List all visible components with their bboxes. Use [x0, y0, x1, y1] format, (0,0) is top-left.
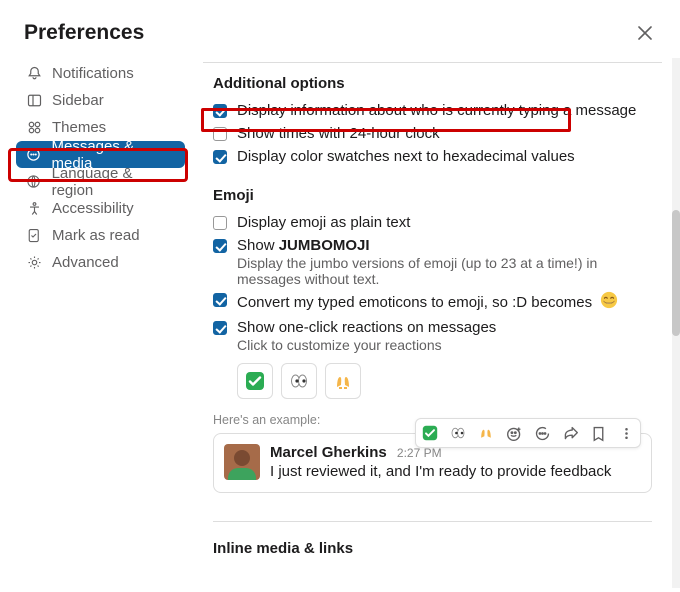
accessibility-icon	[26, 201, 42, 216]
sidebar-item-label: Themes	[52, 119, 106, 136]
reaction-pick-eyes[interactable]	[281, 363, 317, 399]
sidebar-item-sidebar[interactable]: Sidebar	[16, 87, 185, 114]
page-title: Preferences	[24, 21, 144, 45]
sidebar: Notifications Sidebar Themes Messages & …	[0, 56, 193, 592]
toolbar-reaction-eyes[interactable]	[448, 423, 468, 443]
separator	[213, 521, 652, 522]
section-title-inline-media: Inline media & links	[213, 540, 652, 557]
option-label: Display information about who is current…	[237, 102, 636, 119]
message-time: 2:27 PM	[397, 446, 442, 460]
sidebar-item-advanced[interactable]: Advanced	[16, 249, 185, 276]
message-reaction-toolbar	[415, 418, 641, 448]
sidebar-item-label: Language & region	[52, 165, 175, 199]
example-message-card: Marcel Gherkins 2:27 PM I just reviewed …	[213, 433, 652, 493]
globe-icon	[26, 174, 42, 189]
bell-icon	[26, 66, 42, 81]
sidebar-item-label: Sidebar	[52, 92, 104, 109]
section-title-emoji: Emoji	[213, 187, 652, 204]
option-label: Show times with 24-hour clock	[237, 125, 440, 142]
checkbox-convert-emoticons[interactable]	[213, 293, 227, 307]
scrollbar[interactable]	[672, 58, 680, 588]
reaction-pick-raised-hands[interactable]	[325, 363, 361, 399]
option-label: Show JUMBOMOJI	[237, 237, 652, 254]
reaction-picker-row	[237, 363, 652, 399]
toolbar-add-reaction[interactable]	[504, 423, 524, 443]
close-button[interactable]	[632, 20, 658, 46]
close-icon	[638, 26, 652, 40]
toolbar-reaction-checkmark[interactable]	[420, 423, 440, 443]
checkbox-24h-clock[interactable]	[213, 127, 227, 141]
option-label: Convert my typed emoticons to emoji, so …	[237, 291, 618, 313]
themes-icon	[26, 120, 42, 135]
section-title-additional: Additional options	[213, 75, 652, 92]
gear-icon	[26, 255, 42, 270]
message-text: I just reviewed it, and I'm ready to pro…	[270, 463, 611, 480]
avatar	[224, 444, 260, 480]
sidebar-item-notifications[interactable]: Notifications	[16, 60, 185, 87]
toolbar-thread[interactable]	[532, 423, 552, 443]
toolbar-bookmark[interactable]	[588, 423, 608, 443]
toolbar-reaction-raised-hands[interactable]	[476, 423, 496, 443]
option-label: Display emoji as plain text	[237, 214, 410, 231]
checkbox-hex-swatches[interactable]	[213, 150, 227, 164]
checkbox-typing-info[interactable]	[213, 104, 227, 118]
eyes-emoji-icon	[289, 371, 309, 391]
raised-hands-emoji-icon	[333, 371, 353, 391]
checkbox-emoji-plain[interactable]	[213, 216, 227, 230]
sidebar-item-label: Advanced	[52, 254, 119, 271]
check-doc-icon	[26, 228, 42, 243]
grin-emoji-icon	[600, 291, 618, 313]
option-label: Show one-click reactions on messages	[237, 319, 496, 336]
checkbox-oneclick-reactions[interactable]	[213, 321, 227, 335]
scrollbar-thumb[interactable]	[672, 210, 680, 336]
sidebar-item-label: Mark as read	[52, 227, 140, 244]
main-panel: Additional options Display information a…	[193, 56, 680, 592]
sidebar-item-language-region[interactable]: Language & region	[16, 168, 185, 195]
panel-icon	[26, 93, 42, 108]
sidebar-item-accessibility[interactable]: Accessibility	[16, 195, 185, 222]
sidebar-item-mark-as-read[interactable]: Mark as read	[16, 222, 185, 249]
toolbar-more[interactable]	[616, 423, 636, 443]
checkbox-jumbomoji[interactable]	[213, 239, 227, 253]
toolbar-share[interactable]	[560, 423, 580, 443]
sidebar-item-label: Notifications	[52, 65, 134, 82]
option-sublabel: Display the jumbo versions of emoji (up …	[237, 255, 652, 287]
option-sublabel: Click to customize your reactions	[237, 337, 496, 353]
checkmark-emoji-icon	[245, 371, 265, 391]
option-label: Display color swatches next to hexadecim…	[237, 148, 575, 165]
sidebar-item-label: Accessibility	[52, 200, 134, 217]
reaction-pick-checkmark[interactable]	[237, 363, 273, 399]
message-author: Marcel Gherkins	[270, 444, 387, 461]
message-icon	[26, 147, 41, 162]
